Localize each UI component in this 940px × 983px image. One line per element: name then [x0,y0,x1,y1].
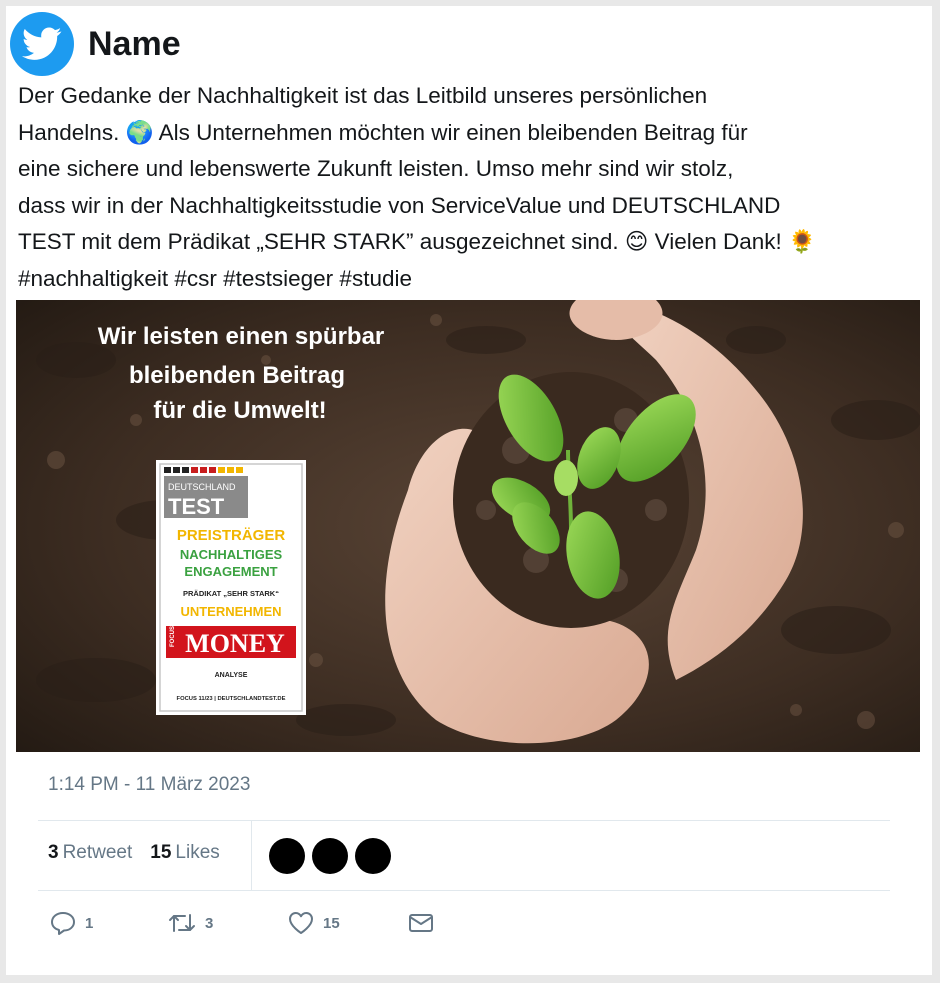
action-bar: 1 3 15 [50,911,434,935]
tweet-card: Name Der Gedanke der Nachhaltigkeit ist … [6,6,932,975]
like-button[interactable]: 15 [288,911,408,935]
retweet-count: 3 [205,914,214,932]
badge-line-2: NACHHALTIGES [180,547,283,562]
avatar[interactable] [269,838,305,874]
retweet-stat-count: 3 [48,842,59,863]
engagement-stats: 3 Retweet 15 Likes [48,842,220,864]
likes-stat-count: 15 [150,842,172,863]
headline-line-2: bleibenden Beitrag [129,362,345,389]
tweet-timestamp[interactable]: 1:14 PM - 11 März 2023 [48,774,250,796]
tweet-header: Name [10,12,181,76]
likes-stat-label: Likes [175,842,220,863]
liker-avatars [269,838,391,874]
reply-count: 1 [85,914,94,932]
like-count: 15 [323,914,340,932]
tweet-text: Der Gedanke der Nachhaltigkeit ist das L… [18,83,817,291]
reply-icon [51,912,75,935]
display-name[interactable]: Name [88,25,181,64]
headline-line-3: für die Umwelt! [153,397,326,424]
message-button[interactable] [408,912,434,934]
badge-brand-bottom: TEST [168,494,225,519]
badge-footer: FOCUS 11/23 | DEUTSCHLANDTEST.DE [177,696,286,702]
badge-line-1: PREISTRÄGER [177,527,286,544]
badge-brand-top: DEUTSCHLAND [168,482,236,492]
badge-line-5: UNTERNEHMEN [180,604,281,619]
divider [38,820,890,821]
retweet-icon [169,914,195,932]
retweet-stat[interactable]: 3 Retweet [48,842,132,864]
reply-button[interactable]: 1 [50,911,168,935]
avatar[interactable] [355,838,391,874]
retweet-stat-label: Retweet [62,842,133,863]
twitter-bird-icon[interactable] [10,12,74,76]
retweet-button[interactable]: 3 [168,912,288,934]
badge-line-4: PRÄDIKAT „SEHR STARK“ [183,589,279,598]
badge-focus: FOCUS [170,626,176,647]
badge-analyse: ANALYSE [215,672,248,679]
divider [38,890,890,891]
envelope-icon [409,914,433,932]
headline-line-1: Wir leisten einen spürbar [98,323,385,350]
award-badge: DEUTSCHLAND TEST PREISTRÄGER NACHHALTIGE… [156,460,306,715]
badge-line-3: ENGAGEMENT [184,564,277,579]
badge-money: MONEY [185,629,285,658]
stats-divider [251,821,252,891]
likes-stat[interactable]: 15 Likes [150,842,220,864]
heart-icon [289,912,313,934]
tweet-image[interactable]: Wir leisten einen spürbar bleibenden Bei… [16,300,920,752]
avatar[interactable] [312,838,348,874]
